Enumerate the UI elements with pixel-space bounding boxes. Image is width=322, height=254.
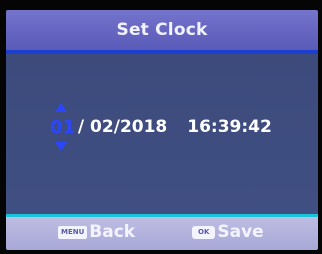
datetime-row: 01 / 02 / 2018 16:39:42	[50, 102, 272, 151]
back-label: Back	[89, 222, 136, 242]
save-button[interactable]: OK Save	[192, 222, 264, 242]
screen-header: Set Clock	[6, 10, 318, 50]
save-label: Save	[217, 222, 264, 242]
screen-title: Set Clock	[116, 20, 208, 40]
back-button[interactable]: MENU Back	[58, 222, 135, 242]
year-field[interactable]: 2018	[120, 117, 167, 137]
menu-key-icon: MENU	[58, 225, 88, 239]
arrow-down-icon[interactable]	[55, 141, 67, 151]
month-field[interactable]: 02	[90, 117, 114, 137]
softkey-bar: MENU Back OK Save	[6, 217, 318, 250]
day-value: 01	[50, 116, 76, 138]
time-field[interactable]: 16:39:42	[187, 117, 272, 137]
device-bezel: Set Clock 01 / 02 / 2018 16:39:42 MENU B…	[0, 0, 322, 254]
ok-key-icon: OK	[192, 225, 216, 239]
lcd-screen: Set Clock 01 / 02 / 2018 16:39:42 MENU B…	[6, 10, 318, 250]
day-field[interactable]: 01	[50, 102, 76, 151]
arrow-up-icon[interactable]	[55, 102, 67, 112]
